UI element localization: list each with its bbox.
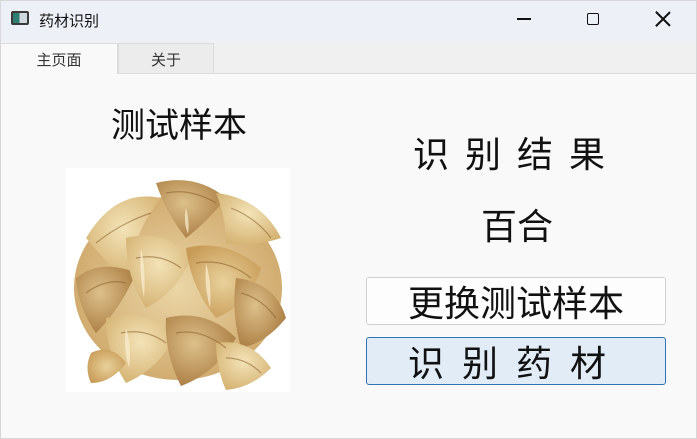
tab-main-page-label: 主页面 xyxy=(36,51,82,69)
app-window: 药材识别 主页面 关于 测试样本 识别结果 百合 更换测试样本 识别药材 xyxy=(0,0,697,439)
dried-lily-image xyxy=(66,168,290,392)
identify-button-label: 识别药材 xyxy=(407,344,624,385)
identify-button[interactable]: 识别药材 xyxy=(366,337,666,385)
minimize-button[interactable] xyxy=(501,1,547,37)
tab-main-page[interactable]: 主页面 xyxy=(1,43,118,75)
tab-about[interactable]: 关于 xyxy=(118,43,214,74)
change-sample-button[interactable]: 更换测试样本 xyxy=(366,277,666,325)
app-window-icon xyxy=(11,11,29,25)
result-title: 识别结果 xyxy=(412,135,621,176)
maximize-button[interactable] xyxy=(570,1,616,37)
close-icon xyxy=(655,11,671,27)
tab-about-label: 关于 xyxy=(150,50,181,69)
minimize-icon xyxy=(517,18,531,20)
maximize-icon xyxy=(587,13,599,25)
change-sample-button-label: 更换测试样本 xyxy=(407,284,624,325)
close-button[interactable] xyxy=(640,1,686,37)
title-bar[interactable]: 药材识别 xyxy=(1,1,696,41)
window-title: 药材识别 xyxy=(39,12,100,30)
result-value: 百合 xyxy=(480,207,553,248)
sample-title: 测试样本 xyxy=(111,106,247,146)
sample-image xyxy=(66,168,290,392)
